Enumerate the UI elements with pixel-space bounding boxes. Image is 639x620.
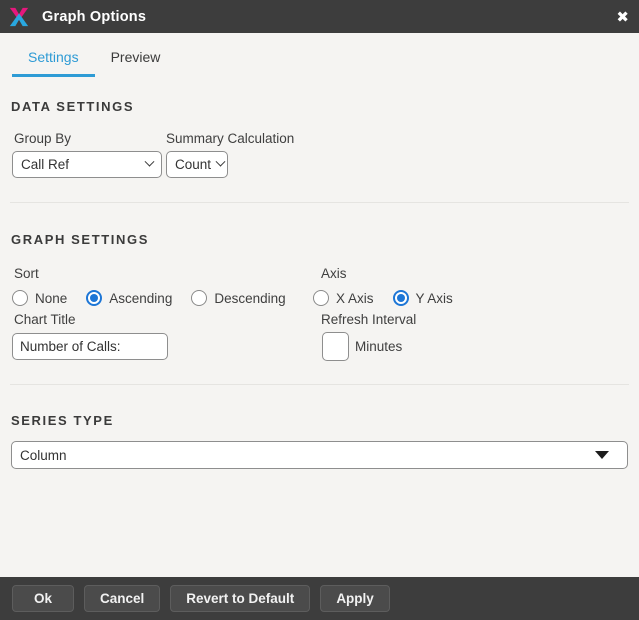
- group-by-label: Group By: [14, 131, 71, 146]
- footer-bar: Ok Cancel Revert to Default Apply: [0, 577, 639, 620]
- chevron-down-icon: [145, 157, 155, 167]
- radio-circle-icon: [12, 290, 28, 306]
- sort-label: Sort: [14, 266, 39, 281]
- sort-radio-none[interactable]: None: [12, 290, 67, 306]
- apply-button[interactable]: Apply: [320, 585, 390, 612]
- radio-circle-icon: [313, 290, 329, 306]
- group-by-value: Call Ref: [21, 157, 140, 172]
- radio-label: None: [35, 291, 67, 306]
- radio-circle-checked-icon: [393, 290, 409, 306]
- graph-settings-heading: GRAPH SETTINGS: [11, 232, 149, 247]
- group-by-select[interactable]: Call Ref: [12, 151, 162, 178]
- axis-label: Axis: [321, 266, 347, 281]
- tab-settings[interactable]: Settings: [12, 49, 95, 77]
- radio-label: X Axis: [336, 291, 374, 306]
- dialog-title: Graph Options: [42, 9, 146, 25]
- radio-label: Y Axis: [416, 291, 453, 306]
- radio-circle-checked-icon: [86, 290, 102, 306]
- chart-title-input[interactable]: [12, 333, 168, 360]
- axis-radio-group: X Axis Y Axis: [313, 289, 453, 307]
- radio-label: Ascending: [109, 291, 172, 306]
- chart-title-label: Chart Title: [14, 312, 76, 327]
- refresh-interval-unit: Minutes: [355, 339, 402, 354]
- sort-radio-group: None Ascending Descending: [12, 289, 286, 307]
- summary-calculation-select[interactable]: Count: [166, 151, 228, 178]
- graph-options-dialog: Graph Options ✖ Settings Preview DATA SE…: [0, 0, 639, 620]
- refresh-interval-label: Refresh Interval: [321, 312, 416, 327]
- title-bar: Graph Options ✖: [0, 0, 639, 33]
- tab-bar: Settings Preview: [0, 33, 639, 77]
- data-settings-heading: DATA SETTINGS: [11, 99, 134, 114]
- summary-calculation-label: Summary Calculation: [166, 131, 294, 146]
- series-type-heading: SERIES TYPE: [11, 413, 114, 428]
- sort-radio-descending[interactable]: Descending: [191, 290, 285, 306]
- cancel-button[interactable]: Cancel: [84, 585, 160, 612]
- app-logo-icon: [8, 6, 30, 28]
- summary-calculation-value: Count: [175, 157, 211, 172]
- axis-radio-x[interactable]: X Axis: [313, 290, 374, 306]
- axis-radio-y[interactable]: Y Axis: [393, 290, 453, 306]
- refresh-interval-input[interactable]: [322, 332, 349, 361]
- radio-label: Descending: [214, 291, 285, 306]
- revert-to-default-button[interactable]: Revert to Default: [170, 585, 310, 612]
- section-divider: [10, 384, 629, 385]
- close-icon[interactable]: ✖: [616, 0, 629, 33]
- series-type-value: Column: [20, 448, 595, 463]
- tab-preview[interactable]: Preview: [95, 49, 177, 77]
- section-divider: [10, 202, 629, 203]
- ok-button[interactable]: Ok: [12, 585, 74, 612]
- series-type-select[interactable]: Column: [11, 441, 628, 469]
- chevron-down-icon: [216, 157, 226, 167]
- dropdown-arrow-icon: [595, 451, 609, 459]
- sort-radio-ascending[interactable]: Ascending: [86, 290, 172, 306]
- radio-circle-icon: [191, 290, 207, 306]
